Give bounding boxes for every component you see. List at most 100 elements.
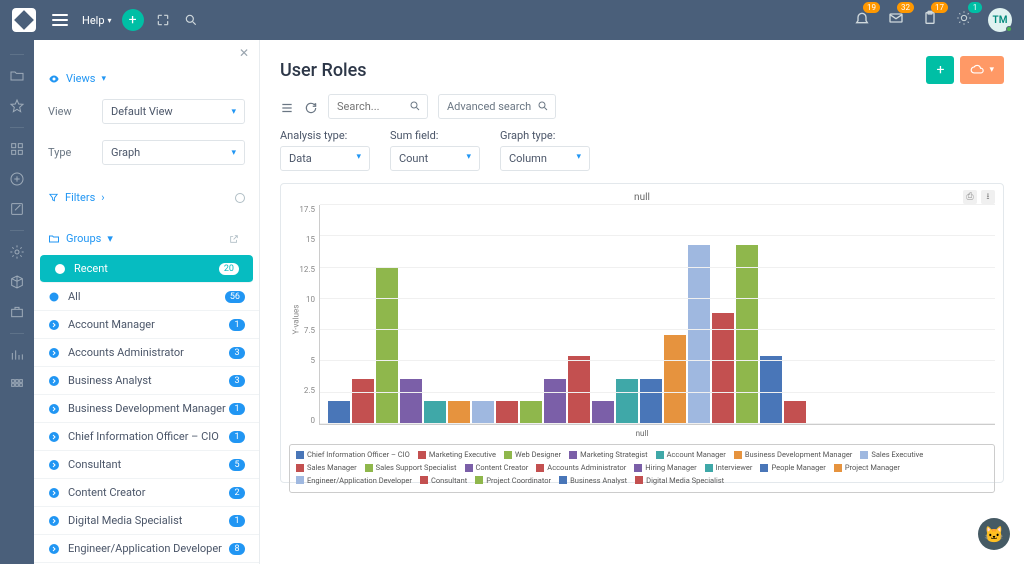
view-select[interactable]: Default View <box>102 99 245 124</box>
group-item-business-analyst[interactable]: Business Analyst3 <box>34 367 259 395</box>
legend-item[interactable]: Business Development Manager <box>734 449 853 460</box>
legend-item[interactable]: Hiring Manager <box>634 462 696 473</box>
bar-project-manager[interactable] <box>664 335 686 424</box>
legend-item[interactable]: Account Manager <box>656 449 726 460</box>
group-item-accounts-administrator[interactable]: Accounts Administrator3 <box>34 339 259 367</box>
legend-item[interactable]: Sales Support Specialist <box>365 462 457 473</box>
type-select[interactable]: Graph <box>102 140 245 165</box>
cloud-actions-button[interactable] <box>960 56 1004 84</box>
chart-print-icon[interactable]: ⎙ <box>963 190 977 204</box>
group-item-recent[interactable]: Recent20 <box>40 255 253 283</box>
rail-folder-icon[interactable] <box>9 68 25 84</box>
bar-sales-support-specialist[interactable] <box>520 401 542 424</box>
bar-hiring-manager[interactable] <box>592 401 614 424</box>
graph-type-select[interactable]: Column <box>500 146 590 171</box>
legend-item[interactable]: Sales Manager <box>296 462 357 473</box>
list-view-icon[interactable] <box>280 100 294 114</box>
legend-item[interactable]: Sales Executive <box>860 449 923 460</box>
rail-star-icon[interactable] <box>9 98 25 114</box>
search-field[interactable] <box>337 100 407 113</box>
group-item-all[interactable]: All56 <box>34 283 259 311</box>
bar-content-creator[interactable] <box>544 379 566 424</box>
refresh-icon[interactable] <box>304 100 318 114</box>
add-record-button[interactable]: + <box>926 56 954 84</box>
bar-chief-information-officer-cio[interactable] <box>328 401 350 424</box>
views-section[interactable]: Views ▾ <box>34 66 259 91</box>
bar-people-manager[interactable] <box>640 379 662 424</box>
bar-accounts-administrator[interactable] <box>568 356 590 424</box>
rail-edit-icon[interactable] <box>9 201 25 217</box>
legend-item[interactable]: Marketing Strategist <box>569 449 648 460</box>
bar-marketing-executive[interactable] <box>352 379 374 424</box>
group-item-content-creator[interactable]: Content Creator2 <box>34 479 259 507</box>
group-icon <box>48 515 60 527</box>
legend-item[interactable]: Engineer/Application Developer <box>296 475 412 486</box>
add-button[interactable]: + <box>122 9 144 31</box>
legend-item[interactable]: Web Designer <box>504 449 561 460</box>
group-icon <box>54 263 66 275</box>
bar-account-manager[interactable] <box>424 401 446 424</box>
chart-legend: Chief Information Officer – CIO Marketing… <box>289 444 995 493</box>
rail-apps-icon[interactable] <box>9 377 25 393</box>
y-axis-label: Y-values <box>291 305 300 335</box>
chart-download-icon[interactable]: ⭳ <box>981 190 995 204</box>
clipboard-icon[interactable]: 17 <box>922 10 938 30</box>
legend-item[interactable]: Chief Information Officer – CIO <box>296 449 410 460</box>
group-item-consultant[interactable]: Consultant5 <box>34 451 259 479</box>
legend-item[interactable]: Consultant <box>420 475 467 486</box>
bar-business-development-manager[interactable] <box>448 401 470 424</box>
bar-digital-media-specialist[interactable] <box>784 401 806 424</box>
bar-engineer-application-developer[interactable] <box>688 245 710 424</box>
bar-sales-manager[interactable] <box>496 401 518 424</box>
legend-item[interactable]: Digital Media Specialist <box>635 475 724 486</box>
group-item-account-manager[interactable]: Account Manager1 <box>34 311 259 339</box>
group-item-digital-media-specialist[interactable]: Digital Media Specialist1 <box>34 507 259 535</box>
group-item-chief-information-officer-cio[interactable]: Chief Information Officer – CIO1 <box>34 423 259 451</box>
bar-business-analyst[interactable] <box>760 356 782 424</box>
page-title: User Roles <box>280 60 920 81</box>
bar-project-coordinator[interactable] <box>736 245 758 424</box>
group-item-engineer-application-developer[interactable]: Engineer/Application Developer8 <box>34 535 259 563</box>
bar-sales-executive[interactable] <box>472 401 494 424</box>
type-field-label: Type <box>48 146 102 159</box>
chat-bubble[interactable]: 🐱 <box>978 518 1010 550</box>
group-item-business-development-manager[interactable]: Business Development Manager1 <box>34 395 259 423</box>
legend-item[interactable]: Marketing Executive <box>418 449 496 460</box>
legend-item[interactable]: People Manager <box>760 462 825 473</box>
legend-item[interactable]: Interviewer <box>705 462 753 473</box>
search-icon[interactable] <box>184 13 198 27</box>
app-logo[interactable] <box>12 8 36 32</box>
fullscreen-icon[interactable] <box>156 13 170 27</box>
help-menu[interactable]: Help <box>82 14 112 27</box>
bar-interviewer[interactable] <box>616 379 638 424</box>
bar-web-designer[interactable] <box>376 268 398 424</box>
advanced-search-button[interactable]: Advanced search <box>438 94 556 119</box>
analysis-type-select[interactable]: Data <box>280 146 370 171</box>
bar-marketing-strategist[interactable] <box>400 379 422 424</box>
filters-section[interactable]: Filters › <box>34 181 259 214</box>
group-label: Consultant <box>68 458 229 471</box>
group-label: Recent <box>74 262 219 275</box>
close-panel-icon[interactable]: ✕ <box>239 46 249 60</box>
sum-field-select[interactable]: Count <box>390 146 480 171</box>
mail-icon[interactable]: 32 <box>888 10 904 30</box>
legend-item[interactable]: Project Manager <box>834 462 900 473</box>
user-avatar[interactable]: TM <box>988 8 1012 32</box>
menu-icon[interactable] <box>52 14 68 26</box>
type-field: Type Graph <box>34 132 259 173</box>
rail-chart-icon[interactable] <box>9 347 25 363</box>
rail-box-icon[interactable] <box>9 274 25 290</box>
rail-gear-icon[interactable] <box>9 244 25 260</box>
legend-item[interactable]: Project Coordinator <box>475 475 551 486</box>
theme-icon[interactable]: 1 <box>956 10 972 30</box>
legend-item[interactable]: Accounts Administrator <box>536 462 626 473</box>
rail-plus-circle-icon[interactable] <box>9 171 25 187</box>
groups-section[interactable]: Groups ▾ <box>34 222 259 255</box>
legend-item[interactable]: Content Creator <box>465 462 529 473</box>
external-icon[interactable] <box>229 234 239 244</box>
rail-briefcase-icon[interactable] <box>9 304 25 320</box>
search-input[interactable] <box>328 94 428 119</box>
notifications-bell[interactable]: 19 <box>854 10 870 30</box>
legend-item[interactable]: Business Analyst <box>559 475 627 486</box>
rail-grid-icon[interactable] <box>9 141 25 157</box>
